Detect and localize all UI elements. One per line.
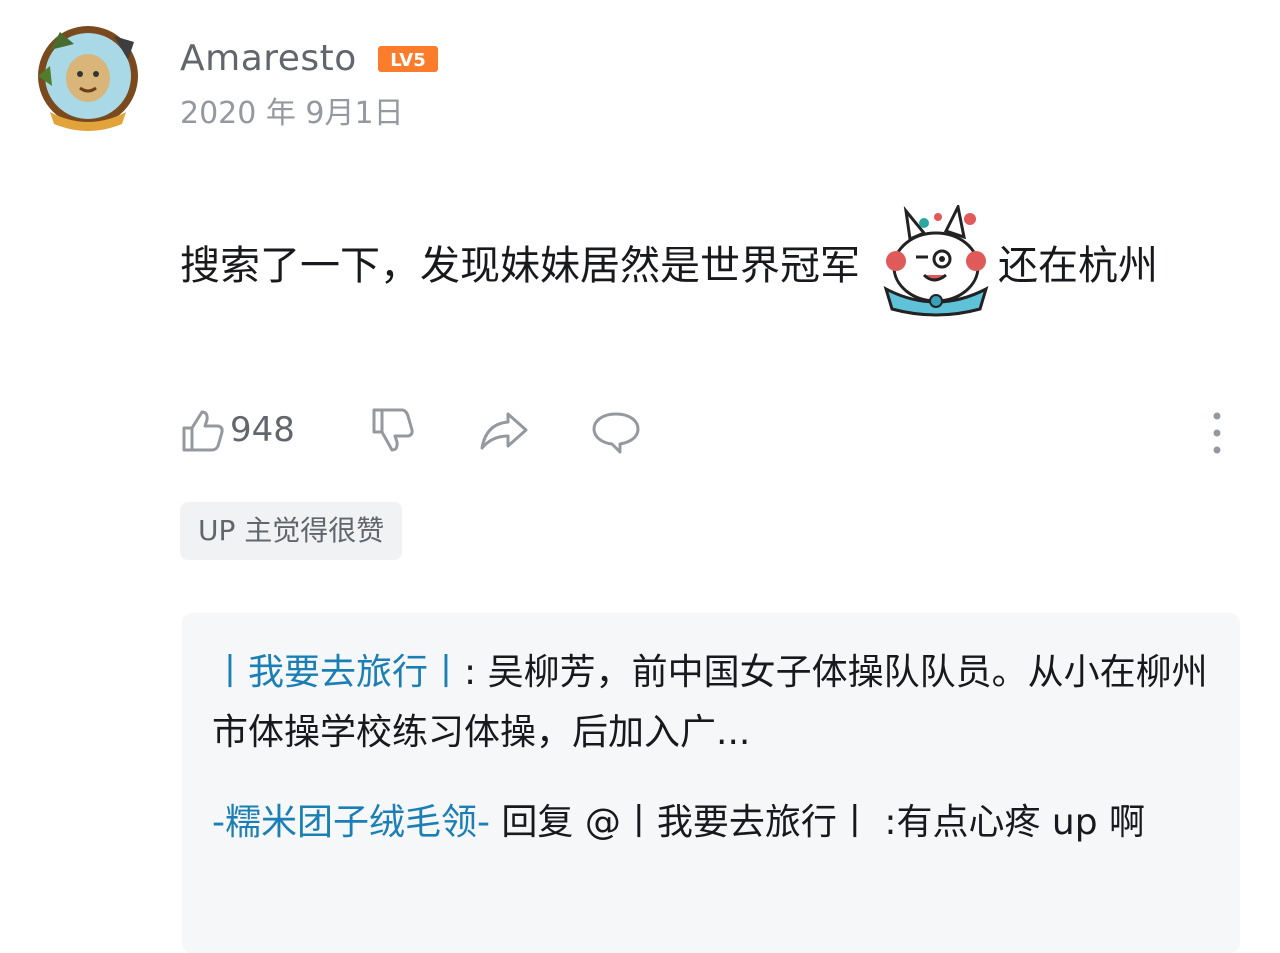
level-badge: LV5 <box>377 45 439 73</box>
reply-author[interactable]: 丨我要去旅行丨 <box>212 652 464 693</box>
reply-item[interactable]: 丨我要去旅行丨: 吴柳芳，前中国女子体操队队员。从小在柳州市体操学校练习体操，后… <box>212 643 1212 763</box>
reply-button[interactable] <box>590 400 642 460</box>
like-icon <box>182 410 224 452</box>
comment-actions: 948 <box>178 400 1238 460</box>
reply-text: :有点心疼 up 啊 <box>884 802 1146 843</box>
svg-text:LV5: LV5 <box>390 50 425 71</box>
reply-verb: 回复 @丨我要去旅行丨 <box>489 802 885 843</box>
level-icon: LV5 <box>378 46 438 72</box>
comment-icon <box>592 412 640 454</box>
more-icon <box>1213 412 1221 454</box>
sticker-emoji <box>876 202 994 317</box>
avatar-image <box>38 26 138 131</box>
comment-date: 2020 年 9月1日 <box>180 96 404 131</box>
comment-text-part1: 搜索了一下，发现妹妹居然是世界冠军 <box>180 243 860 289</box>
username[interactable]: Amaresto <box>180 36 357 82</box>
comment-text-part2: 还在杭州 <box>998 243 1158 289</box>
share-button[interactable] <box>478 400 530 460</box>
reply-author[interactable]: -糯米团子绒毛领- <box>212 802 490 843</box>
more-button[interactable] <box>1202 400 1232 460</box>
like-count: 948 <box>230 410 295 450</box>
dislike-icon <box>372 408 414 452</box>
share-icon <box>480 412 528 450</box>
up-liked-tag: UP 主觉得很赞 <box>180 502 403 560</box>
reply-item[interactable]: -糯米团子绒毛领- 回复 @丨我要去旅行丨 :有点心疼 up 啊 <box>212 793 1212 853</box>
reply-separator: : <box>464 652 488 693</box>
comment-text: 搜索了一下，发现妹妹居然是世界冠军 还在杭州 <box>180 202 1240 317</box>
dislike-button[interactable] <box>368 400 416 460</box>
replies-preview[interactable]: 丨我要去旅行丨: 吴柳芳，前中国女子体操队队员。从小在柳州市体操学校练习体操，后… <box>182 613 1240 953</box>
avatar[interactable] <box>30 20 146 136</box>
like-button[interactable]: 948 <box>178 400 295 460</box>
